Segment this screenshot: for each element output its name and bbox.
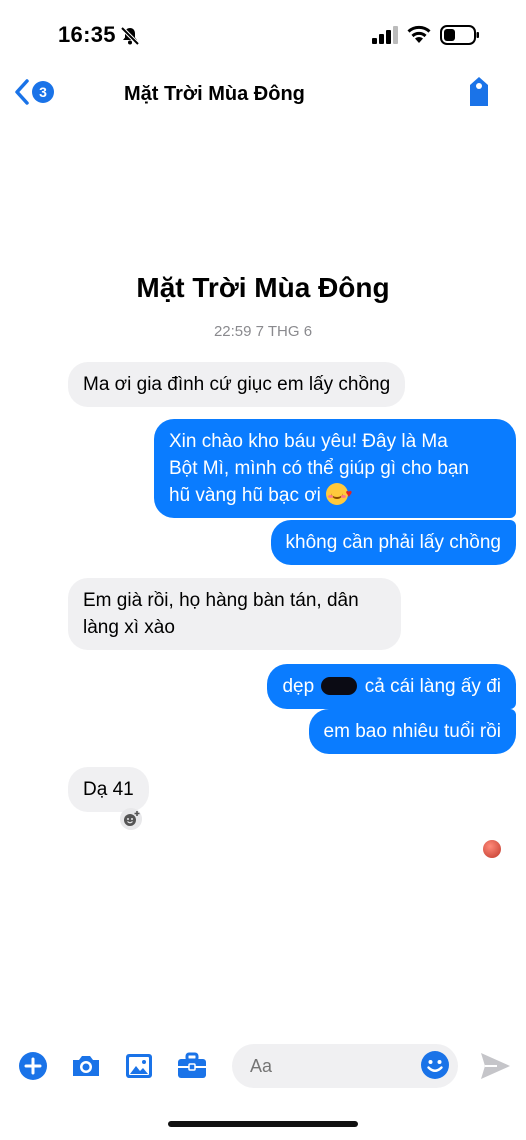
message-line: Em già rồi, họ hàng bàn tán, dân <box>83 590 359 611</box>
send-icon[interactable] <box>478 1050 512 1082</box>
plus-circle-icon[interactable] <box>17 1050 49 1082</box>
back-button[interactable]: 3 <box>12 78 54 106</box>
battery-icon <box>440 25 479 45</box>
header-title[interactable]: Mặt Trời Mùa Đông <box>124 83 305 106</box>
status-time: 16:35 <box>58 22 116 47</box>
seen-avatar <box>483 840 501 858</box>
message-line: làng xì xào <box>83 617 175 638</box>
message-line: Bột Mì, mình có thể giúp gì cho bạn <box>169 458 469 479</box>
briefcase-icon[interactable] <box>176 1050 208 1082</box>
message-bubble-incoming[interactable]: Em già rồi, họ hàng bàn tán, dân làng xì… <box>68 578 401 650</box>
message-text: Ma ơi gia đình cứ giục em lấy chồng <box>83 374 391 395</box>
bell-slash-icon <box>120 26 140 46</box>
wifi-icon <box>407 25 431 43</box>
smiling-face-with-hearts-icon: ♥ <box>326 483 352 505</box>
message-bubble-incoming[interactable]: Ma ơi gia đình cứ giục em lấy chồng <box>68 362 406 407</box>
image-icon[interactable] <box>123 1050 155 1082</box>
smiley-icon[interactable] <box>420 1050 450 1080</box>
message-bubble-outgoing[interactable]: em bao nhiêu tuổi rồi <box>308 709 516 754</box>
unread-count-badge: 3 <box>32 81 54 103</box>
message-text: em bao nhiêu tuổi rồi <box>323 721 501 742</box>
message-bubble-outgoing[interactable]: Xin chào kho báu yêu! Đây là Ma Bột Mì, … <box>154 419 516 518</box>
message-bubble-outgoing[interactable]: không cần phải lấy chồng <box>270 520 516 565</box>
add-reaction-icon[interactable] <box>120 808 142 830</box>
tag-icon[interactable] <box>466 76 492 108</box>
message-bubble-incoming[interactable]: Dạ 41 <box>68 767 149 812</box>
message-text: không cần phải lấy chồng <box>285 532 502 553</box>
message-bubble-outgoing[interactable]: dẹp cả cái làng ấy đi <box>267 664 516 709</box>
home-indicator <box>168 1121 358 1127</box>
message-text: Dạ 41 <box>83 779 134 800</box>
camera-icon[interactable] <box>70 1050 102 1082</box>
chevron-left-icon <box>15 79 29 105</box>
message-line: Xin chào kho báu yêu! Đây là Ma <box>169 431 448 452</box>
message-text-part: cả cái làng ấy đi <box>364 676 501 697</box>
message-text-part: dẹp <box>282 676 315 697</box>
signal-icon <box>372 26 398 44</box>
redaction-mark <box>321 677 358 695</box>
conversation-timestamp: 22:59 7 THG 6 <box>213 323 313 340</box>
profile-name: Mặt Trời Mùa Đông <box>136 272 390 303</box>
message-line: hũ vàng hũ bạc ơi <box>169 485 321 506</box>
